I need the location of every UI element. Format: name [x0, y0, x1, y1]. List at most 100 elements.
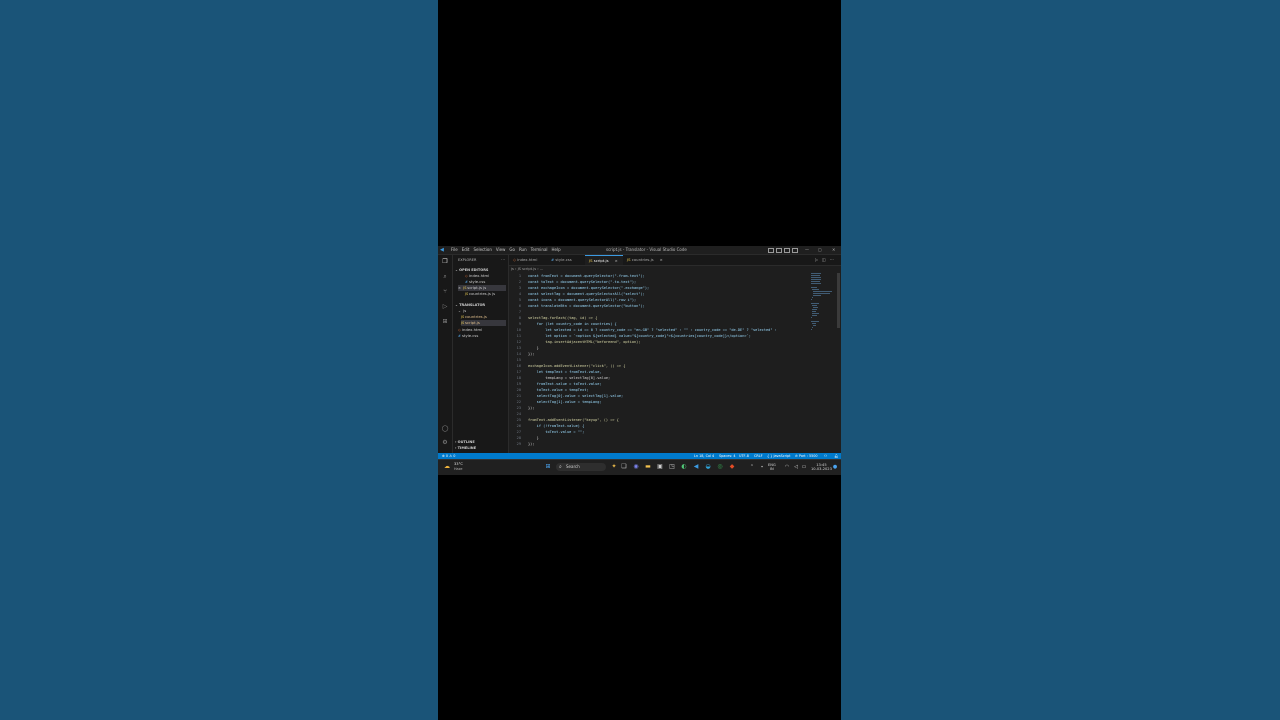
clock[interactable]: 13:45 10-03-2023: [811, 463, 832, 471]
minimap-line: [811, 273, 821, 274]
taskbar-search[interactable]: ⌕ Search: [556, 463, 606, 471]
code-line[interactable]: selectTag[1].value = tempLang;: [528, 399, 602, 405]
minimap-line: [813, 293, 831, 294]
menu-run[interactable]: Run: [519, 246, 527, 254]
code-line[interactable]: const translateBtn = document.querySelec…: [528, 303, 645, 309]
code-editor[interactable]: 1 const fromText = document.querySelector…: [509, 273, 809, 453]
source-control-icon[interactable]: ⑂: [441, 288, 449, 296]
minimap-line: [811, 321, 819, 322]
windows-taskbar: ☁ 33°C Haze ⊞ ⌕ Search ✦ ❏ ◉ ▬ ▣ ◳ ◐ ◀ ◒…: [438, 459, 841, 475]
code-line[interactable]: });: [528, 441, 535, 447]
toggle-sidebar-icon[interactable]: [768, 248, 774, 253]
explorer-header: EXPLORER: [458, 258, 477, 262]
explorer-sidebar: EXPLORER ··· ⌄ OPEN EDITORS ◇index.html …: [453, 255, 509, 453]
code-line[interactable]: tag.insertAdjacentHTML("beforeend", opti…: [528, 339, 640, 345]
edge-icon[interactable]: ◒: [704, 463, 712, 471]
more-actions-icon[interactable]: ···: [830, 257, 834, 262]
phone-frame: ◀ File Edit Selection View Go Run Termin…: [438, 0, 841, 720]
project-section[interactable]: ⌄ TRANSLATOR: [455, 303, 485, 307]
minimize-icon[interactable]: —: [805, 246, 809, 254]
toggle-panel-icon[interactable]: [776, 248, 782, 253]
minimap-line: [811, 303, 820, 304]
breadcrumb[interactable]: js › JS script.js › ...: [511, 267, 543, 271]
run-debug-icon[interactable]: ▷: [441, 303, 449, 311]
close-tab-icon[interactable]: ×: [615, 258, 618, 263]
vscode-taskbar-icon[interactable]: ◀: [692, 463, 700, 471]
minimap-line: [813, 307, 819, 308]
browser-app-icon[interactable]: ◐: [680, 463, 688, 471]
minimap-line: [812, 313, 820, 314]
code-line[interactable]: });: [528, 405, 535, 411]
menu-terminal[interactable]: Terminal: [531, 246, 548, 254]
minimap[interactable]: [811, 273, 837, 333]
account-icon[interactable]: ◯: [441, 425, 449, 433]
minimap-line: [813, 295, 821, 296]
menu-file[interactable]: File: [451, 246, 458, 254]
menu-view[interactable]: View: [496, 246, 506, 254]
file-explorer-icon[interactable]: ▬: [644, 463, 652, 471]
tray-chevron-icon[interactable]: ⌃: [748, 463, 756, 471]
toggle-secondary-sidebar-icon[interactable]: [784, 248, 790, 253]
menu-go[interactable]: Go: [509, 246, 515, 254]
minimap-line: [811, 279, 821, 280]
minimap-line: [811, 317, 812, 318]
search-icon: ⌕: [559, 464, 562, 470]
window-title: script.js - Translator - Visual Studio C…: [606, 247, 687, 252]
language-indicator[interactable]: ENG IN: [768, 463, 776, 471]
search-placeholder: Search: [566, 464, 580, 469]
code-line[interactable]: });: [528, 351, 535, 357]
minimap-line: [811, 277, 822, 278]
notification-center-icon[interactable]: ●: [831, 463, 839, 471]
tab-style-css[interactable]: # style.css: [547, 255, 585, 265]
js-file-icon: JS: [589, 258, 593, 263]
app-icon-red[interactable]: ◆: [728, 463, 736, 471]
chrome-icon[interactable]: ◎: [716, 463, 724, 471]
store-icon[interactable]: ▣: [656, 463, 664, 471]
weather-desc[interactable]: Haze: [454, 467, 463, 471]
title-bar: ◀ File Edit Selection View Go Run Termin…: [438, 246, 841, 255]
minimap-line: [811, 329, 812, 330]
timeline-section[interactable]: › TIMELINE: [455, 446, 476, 450]
tray-app-icon[interactable]: ⬩: [758, 463, 766, 471]
weather-temp[interactable]: 33°C: [454, 462, 463, 466]
menu-help[interactable]: Help: [552, 246, 561, 254]
teams-chat-icon[interactable]: ◉: [632, 463, 640, 471]
weather-icon[interactable]: ☁: [443, 463, 451, 471]
menu-selection[interactable]: Selection: [473, 246, 491, 254]
minimap-line: [812, 305, 818, 306]
tab-index-html[interactable]: ◇ index.html: [509, 255, 547, 265]
open-editor-item[interactable]: JScountries.js js: [465, 291, 495, 297]
close-tab-icon[interactable]: ×: [660, 257, 663, 262]
app-icon[interactable]: ◳: [668, 463, 676, 471]
battery-icon[interactable]: ▭: [800, 463, 808, 471]
customize-layout-icon[interactable]: [792, 248, 798, 253]
run-icon[interactable]: ▷: [815, 257, 818, 262]
settings-gear-icon[interactable]: ⚙: [441, 439, 449, 447]
css-file-icon: #: [551, 257, 555, 262]
outline-section[interactable]: › OUTLINE: [455, 440, 475, 444]
wifi-icon[interactable]: ◠: [783, 463, 791, 471]
close-window-icon[interactable]: ✕: [832, 246, 835, 254]
volume-icon[interactable]: ◁: [792, 463, 800, 471]
editor-scrollbar[interactable]: [837, 273, 840, 328]
extensions-icon[interactable]: ⊞: [441, 318, 449, 326]
task-view-icon[interactable]: ❏: [620, 463, 628, 471]
tree-item[interactable]: JSscript.js: [461, 320, 506, 326]
search-highlight-icon[interactable]: ✦: [610, 463, 618, 471]
minimap-line: [811, 283, 821, 284]
menu-edit[interactable]: Edit: [462, 246, 470, 254]
explorer-icon[interactable]: ❐: [441, 258, 449, 266]
start-windows-icon[interactable]: ⊞: [544, 463, 552, 471]
more-actions-icon[interactable]: ···: [501, 257, 505, 262]
tab-script-js[interactable]: JS script.js ×: [585, 255, 623, 265]
split-editor-icon[interactable]: ◫: [822, 257, 826, 262]
editor-tabs: ◇ index.html # style.css JS script.js × J…: [509, 255, 841, 266]
close-editor-icon[interactable]: ×: [458, 285, 462, 291]
open-editors-section[interactable]: ⌄ OPEN EDITORS: [455, 268, 488, 272]
search-icon[interactable]: ⌕: [441, 273, 449, 281]
maximize-icon[interactable]: ▢: [818, 246, 822, 254]
tree-item[interactable]: #style.css: [458, 333, 478, 339]
minimap-line: [811, 287, 817, 288]
tab-countries-js[interactable]: JS countries.js ×: [623, 255, 663, 265]
minimap-line: [811, 299, 812, 300]
